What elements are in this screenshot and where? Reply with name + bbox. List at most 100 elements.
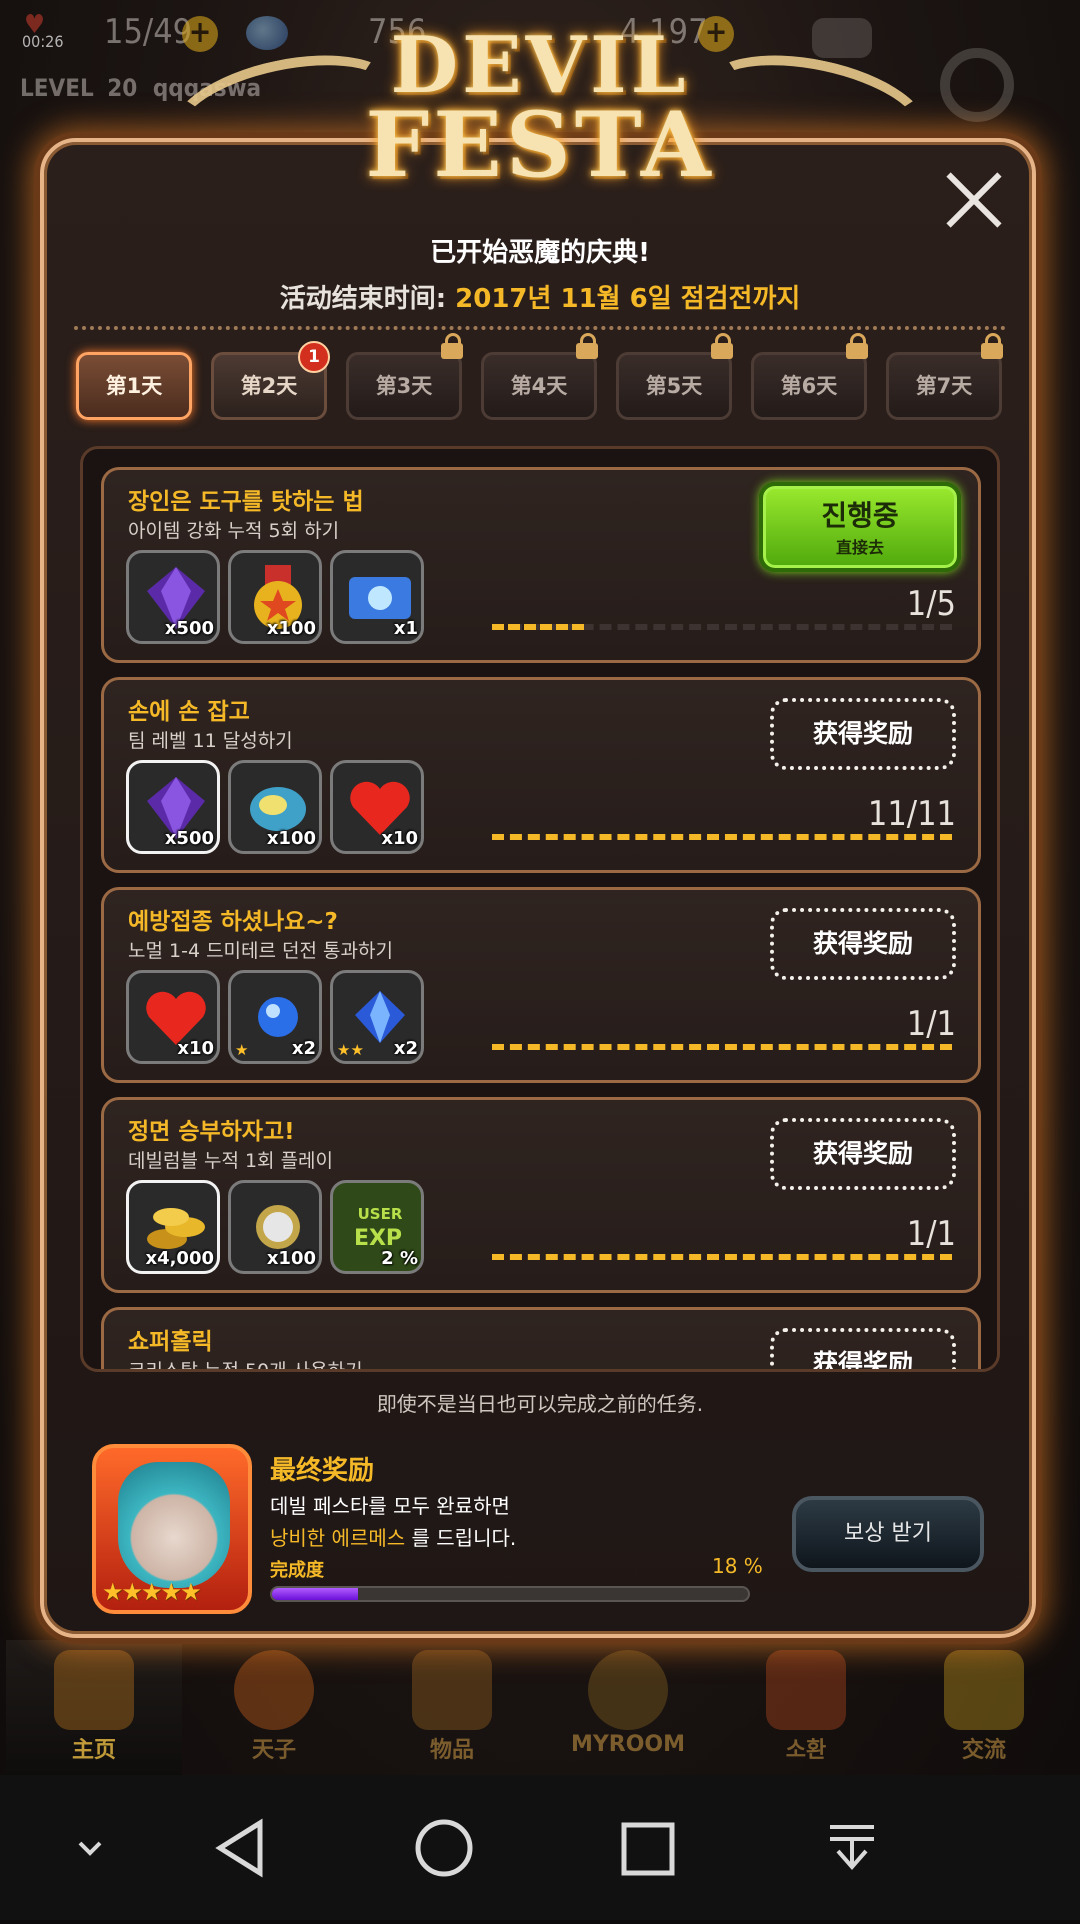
reward-item[interactable]: x100 [228,760,322,854]
mission-progress-count: 1/1 [906,1214,956,1254]
nav-tianzi[interactable]: 天子 [186,1640,362,1775]
mission-progress-bar [492,1254,952,1260]
back-button[interactable] [140,1775,340,1920]
mission-progress-bar [492,1044,952,1050]
tab-day-1[interactable]: 第1天 [76,352,192,420]
reward-item[interactable]: x100 [228,1180,322,1274]
home-circle-icon [415,1819,473,1877]
nav-myroom-label: MYROOM [570,1732,686,1757]
bottom-game-nav: 主页 天子 物品 MYROOM 소환 交流 [0,1640,1080,1775]
tab-label: 第6天 [780,374,838,398]
svg-text:USER: USER [358,1205,403,1223]
tab-label: 第1天 [105,374,163,398]
nav-home[interactable]: 主页 [6,1640,182,1775]
claim-final-reward-button[interactable]: 보상 받기 [792,1496,984,1572]
level-label: LEVEL [20,74,94,102]
progress-fill [492,834,952,840]
reward-qty: x2 [291,1038,316,1059]
mission-progress-count: 11/11 [867,794,956,834]
rarity-stars: ★★ [337,1041,364,1059]
notification-pull-icon [830,1825,874,1871]
mission-desc: 팀 레벨 11 달성하기 [128,730,293,752]
go-directly-label: 直接去 [835,538,884,557]
hero-portrait [118,1462,230,1588]
tab-day-4[interactable]: 第4天 [481,333,598,420]
nav-summon[interactable]: 소환 [718,1640,894,1775]
reward-item[interactable]: x4,000 [126,1180,220,1274]
completion-bar [270,1586,750,1602]
shield-sword-icon [412,1650,492,1730]
reward-qty: x500 [164,618,214,639]
reward-qty: x500 [164,828,214,849]
reward-item[interactable]: USER EXP 2 % [330,1180,424,1274]
nav-social-label: 交流 [961,1738,1006,1763]
social-shield-icon [944,1650,1024,1730]
claim-reward-button[interactable]: 获得奖励 [770,1118,956,1190]
clock-text: 00:26 [22,32,64,51]
reward-qty: x2 [393,1038,418,1059]
tab-day-6[interactable]: 第6天 [751,333,868,420]
heart-icon: ♥ [24,10,45,40]
mission-list[interactable]: 장인은 도구를 탓하는 법 아이템 강화 누적 5회 하기 x500 x100 … [80,446,1000,1372]
info-note: 即使不是当日也可以完成之前的任务. [376,1392,704,1416]
reward-qty: x10 [381,828,418,849]
nav-items[interactable]: 物品 [364,1640,540,1775]
tab-label: 第5天 [645,374,703,398]
close-icon[interactable] [944,170,1004,230]
hero-avatar[interactable]: ★★★★★ [92,1444,252,1614]
tab-day-5[interactable]: 第5天 [616,333,733,420]
logo-text-festa: FESTA [365,92,715,198]
reward-item[interactable]: x10 [330,760,424,854]
final-reward-line2-rest: 를 드립니다. [405,1526,517,1550]
final-reward-line1: 데빌 페스타를 모두 완료하면 [270,1494,510,1518]
reward-qty: x1 [393,618,418,639]
reward-item[interactable]: x10 [126,970,220,1064]
claim-reward-button[interactable]: 获得奖励 [770,698,956,770]
nav-summon-label: 소환 [785,1738,827,1763]
tab-day-2[interactable]: 第2天 1 [211,341,330,420]
flame-icon [234,1650,314,1730]
recents-button[interactable] [548,1775,748,1920]
completion-label: 完成度 [270,1560,324,1581]
tab-day-3[interactable]: 第3天 [346,333,463,420]
home-icon [54,1650,134,1730]
claim-reward-button[interactable]: 获得奖励 [770,908,956,980]
reward-item[interactable]: ★★ x2 [330,970,424,1064]
end-time-value: 2017년 11월 6일 점검전까지 [455,284,801,314]
tab-day-7[interactable]: 第7天 [886,333,1003,420]
nav-myroom[interactable]: MYROOM [540,1640,716,1775]
progress-fill [492,624,584,630]
event-end-time: 活动结束时间: 2017년 11월 6일 점검전까지 [0,278,1080,315]
mission-title: 정면 승부하자고! [128,1119,295,1145]
reward-qty: x10 [177,1038,214,1059]
settings-gear-icon[interactable] [940,48,1014,122]
nav-home-label: 主页 [71,1738,116,1763]
reward-item[interactable]: ★ x2 [228,970,322,1064]
reward-qty: x100 [266,618,316,639]
final-reward-line2: 낭비한 에르메스 를 드립니다. [270,1522,516,1551]
divider [74,326,1006,330]
reward-hero-name: 낭비한 에르메스 [270,1526,406,1550]
mission-desc: 데빌럼블 누적 1회 플레이 [128,1150,334,1172]
home-button[interactable] [344,1775,544,1920]
reward-item[interactable]: x1 [330,550,424,644]
mission-desc: 크리스탈 누적 50개 사용하기 [128,1360,363,1372]
lock-icon [441,333,463,359]
stamina-value: 15/49 [104,12,193,52]
rarity-stars: ★ [235,1041,249,1059]
devil-festa-logo: DEVIL FESTA [162,0,938,220]
recents-icon [621,1822,675,1876]
tab-label: 第7天 [915,374,973,398]
final-reward-title: 最终奖励 [270,1456,375,1486]
nav-social[interactable]: 交流 [896,1640,1072,1775]
notification-pull-button[interactable] [752,1775,952,1920]
in-progress-button[interactable]: 진행중 直接去 [759,482,961,572]
claim-reward-button[interactable]: 获得奖励 [770,1328,956,1369]
reward-item[interactable]: x500 [126,760,220,854]
mission-card: 정면 승부하자고! 데빌럼블 누적 1회 플레이 x4,000 x100 USE… [101,1097,981,1293]
tab-label: 第2天 [240,374,298,398]
nav-tianzi-label: 天子 [251,1738,296,1763]
tab-label: 第4天 [510,374,568,398]
reward-item[interactable]: x500 [126,550,220,644]
reward-item[interactable]: x100 [228,550,322,644]
